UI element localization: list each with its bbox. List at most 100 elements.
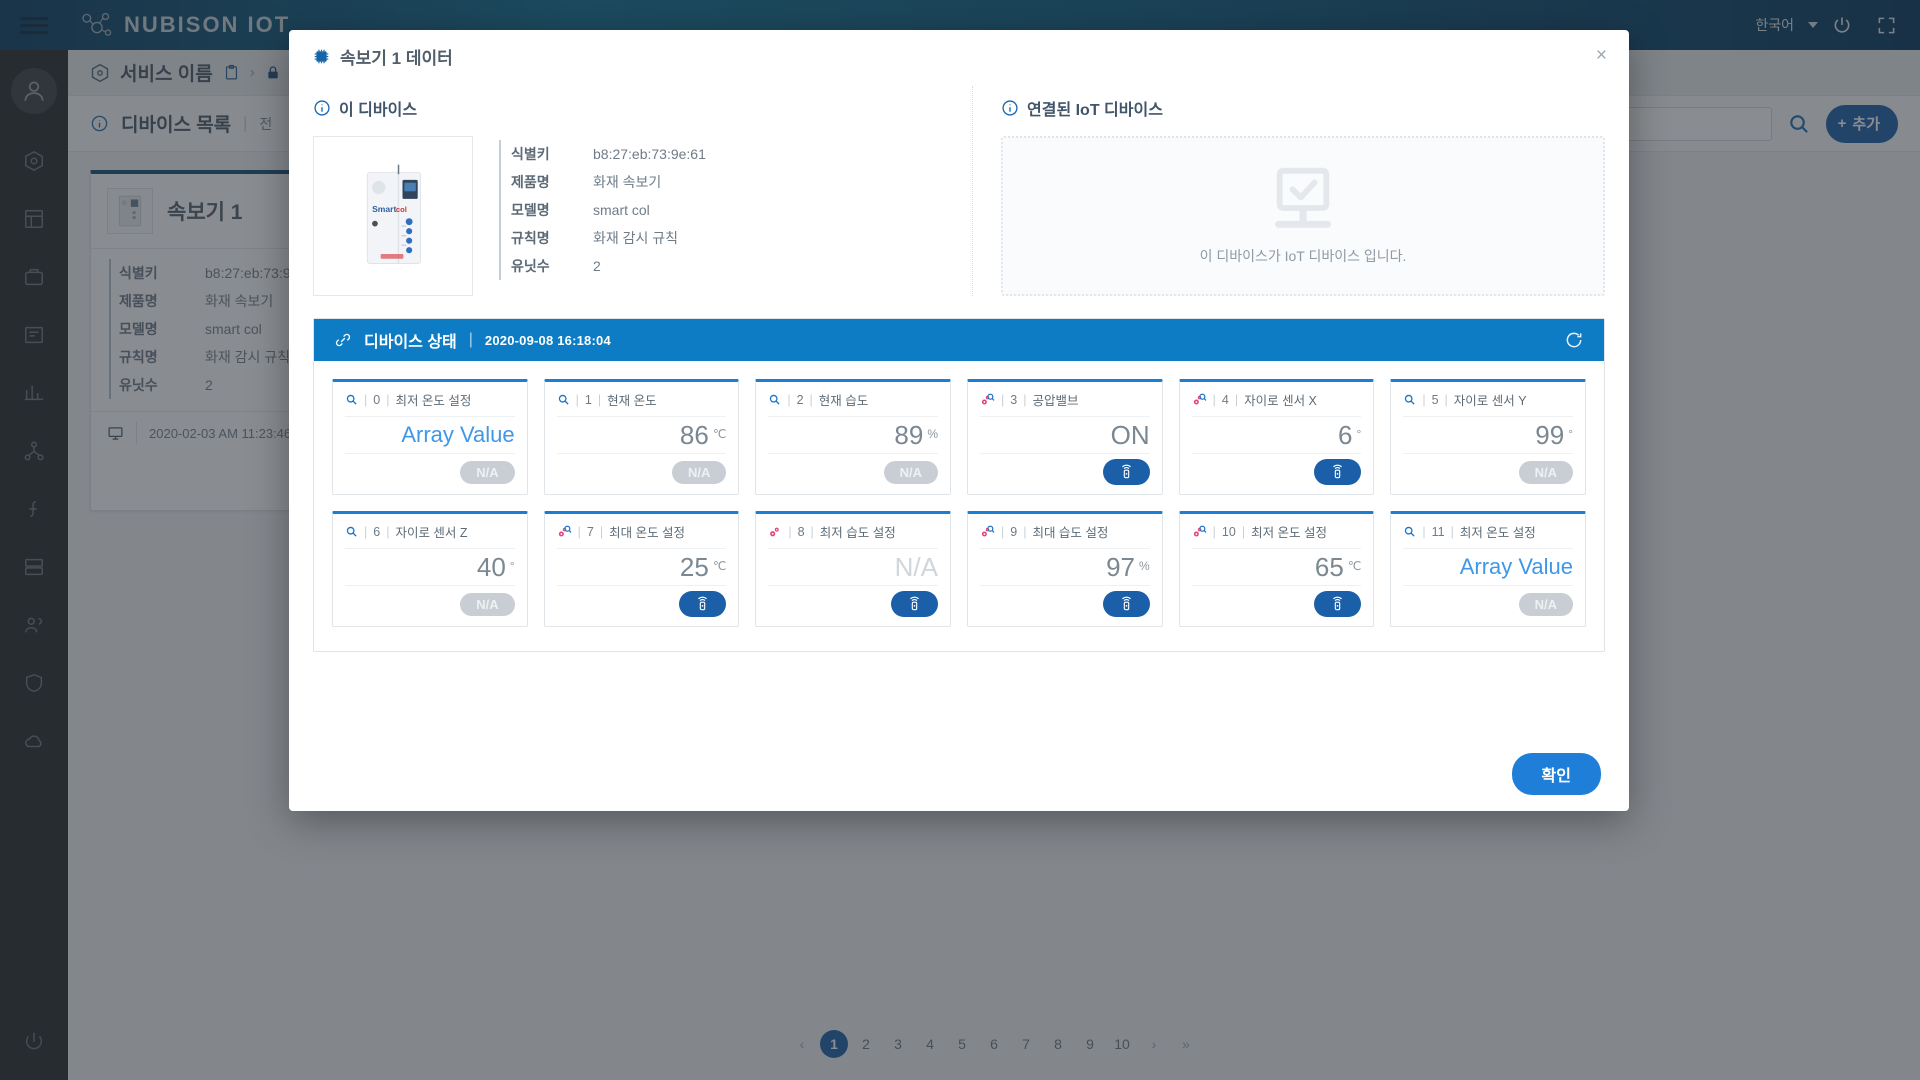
section-title: 이 디바이스 <box>339 102 418 119</box>
sensor-value-area: Array Value <box>1403 549 1573 586</box>
sensor-card[interactable]: | 5 | 자이로 센서 Y 99 ° N/A <box>1390 379 1586 495</box>
remote-control-icon <box>1119 463 1134 481</box>
spec-row: 모델명 smart col <box>499 196 706 224</box>
sensor-index: 9 <box>1010 524 1018 539</box>
sensor-index: 7 <box>586 524 594 539</box>
spec-value: smart col <box>593 202 650 218</box>
gear-search-icon <box>1192 524 1207 539</box>
sensor-card[interactable]: | 9 | 최대 습도 설정 97% <box>967 511 1163 627</box>
spec-key: 유닛수 <box>499 252 593 280</box>
search-icon <box>345 393 358 406</box>
sensor-control-button[interactable] <box>1102 459 1150 485</box>
sensor-card[interactable]: | 0 | 최저 온도 설정 Array Value N/A <box>332 379 528 495</box>
sensor-card-footer: N/A <box>345 454 515 484</box>
connected-iot-title-group: 연결된 IoT 디바이스 <box>1001 86 1605 136</box>
sensor-value-area: 6 ° <box>1191 417 1362 454</box>
sensor-card-footer <box>1192 586 1362 617</box>
sensor-card-header: | 6 | 자이로 센서 Z <box>345 522 515 549</box>
sensor-label: 최저 온도 설정 <box>1251 526 1328 540</box>
divider: | <box>1234 392 1239 407</box>
sensor-label: 공압밸브 <box>1032 394 1079 408</box>
search-icon <box>345 525 358 538</box>
sensor-index: 8 <box>797 524 805 539</box>
svg-text:Smart: Smart <box>372 204 396 214</box>
sensor-na-badge: N/A <box>460 592 515 616</box>
sensor-card-footer <box>557 586 727 617</box>
divider: | <box>575 392 579 407</box>
connected-iot-empty-text: 이 디바이스가 IoT 디바이스 입니다. <box>1199 248 1407 264</box>
search-icon <box>768 393 781 406</box>
sensor-index: 2 <box>796 392 804 407</box>
sensor-card[interactable]: | 6 | 자이로 센서 Z 40 ° N/A <box>332 511 528 627</box>
divider: | <box>468 331 473 348</box>
divider: | <box>1023 392 1027 407</box>
sensor-card-header: | 0 | 최저 온도 설정 <box>345 390 515 417</box>
sensor-value-area: 40 ° <box>345 549 515 586</box>
svg-text:col: col <box>396 205 407 214</box>
sensor-value: 65 <box>1314 551 1344 582</box>
sensor-label: 최대 습도 설정 <box>1032 526 1109 540</box>
device-info-columns: 이 디바이스 Smart col 식별키 b8:27:eb:73:9e:61 제… <box>313 86 1605 296</box>
sensor-control-button[interactable] <box>891 591 938 617</box>
spec-row: 규칙명 화재 감시 규칙 <box>499 224 706 252</box>
divider: | <box>1444 392 1448 407</box>
sensor-card[interactable]: | 8 | 최저 습도 설정 N/A <box>755 511 951 627</box>
sensor-card-footer: N/A <box>768 454 938 484</box>
divider: | <box>577 524 581 539</box>
sensor-control-button[interactable] <box>1102 591 1150 617</box>
spec-row: 식별키 b8:27:eb:73:9e:61 <box>499 140 706 168</box>
sensor-unit: ° <box>509 558 515 573</box>
divider: | <box>1001 524 1005 539</box>
sensor-control-button[interactable] <box>1314 591 1362 617</box>
divider: | <box>599 524 604 539</box>
sensor-card-grid: | 0 | 최저 온도 설정 Array Value N/A | 1 | 현재 온도 86 ℃ N/A |… <box>314 361 1604 651</box>
sensor-value-area: N/A <box>768 549 938 586</box>
sensor-unit: ° <box>1568 426 1573 441</box>
sensor-card[interactable]: | 11 | 최저 온도 설정 Array Value N/A <box>1390 511 1586 627</box>
device-spec-list: 식별키 b8:27:eb:73:9e:61 제품명 화재 속보기 모델명 sma… <box>499 136 706 296</box>
sensor-card-header: | 5 | 자이로 센서 Y <box>1403 390 1573 417</box>
spec-row: 제품명 화재 속보기 <box>499 168 706 196</box>
sensor-index: 4 <box>1221 392 1229 407</box>
sensor-control-button[interactable] <box>1314 459 1362 485</box>
gear-search-icon <box>1192 392 1207 407</box>
sensor-na-badge: N/A <box>1518 592 1573 616</box>
remote-control-icon <box>1119 595 1134 613</box>
sensor-card-header: | 4 | 자이로 센서 X <box>1191 390 1362 417</box>
sensor-value: 86 <box>679 419 709 450</box>
divider: | <box>364 524 368 539</box>
sensor-index: 5 <box>1431 392 1439 407</box>
divider: | <box>1023 524 1027 539</box>
divider: | <box>597 392 602 407</box>
sensor-card[interactable]: | 10 | 최저 온도 설정 65 ℃ <box>1178 511 1375 627</box>
sensor-value: Array Value <box>401 422 515 447</box>
sensor-card[interactable]: | 2 | 현재 습도 89% N/A <box>755 379 951 495</box>
divider: | <box>1422 524 1426 539</box>
info-icon <box>313 99 331 117</box>
sensor-value-area: 97% <box>980 549 1150 586</box>
sensor-card[interactable]: | 1 | 현재 온도 86 ℃ N/A <box>543 379 740 495</box>
sensor-control-button[interactable] <box>679 591 727 617</box>
divider: | <box>1422 392 1426 407</box>
modal-header: 속보기 1 데이터 × <box>289 30 1629 82</box>
sensor-card[interactable]: | 4 | 자이로 센서 X 6 ° <box>1178 379 1375 495</box>
sensor-label: 최대 온도 설정 <box>609 526 686 540</box>
sensor-label: 최저 온도 설정 <box>1459 526 1536 540</box>
sensor-card[interactable]: | 3 | 공압밸브 ON <box>967 379 1163 495</box>
device-status-timestamp: 2020-09-08 16:18:04 <box>484 332 611 348</box>
gear-icon <box>768 525 782 539</box>
divider: | <box>1212 524 1216 539</box>
divider: | <box>1241 524 1246 539</box>
refresh-icon[interactable] <box>1564 330 1584 350</box>
divider: | <box>1212 392 1216 407</box>
spec-row: 유닛수 2 <box>499 252 706 280</box>
confirm-button[interactable]: 확인 <box>1511 753 1601 795</box>
sensor-value: 25 <box>679 551 709 582</box>
sensor-card-header: | 11 | 최저 온도 설정 <box>1403 522 1573 549</box>
sensor-card[interactable]: | 7 | 최대 온도 설정 25 ℃ <box>543 511 740 627</box>
divider: | <box>386 524 390 539</box>
sensor-unit: ℃ <box>712 426 727 441</box>
close-icon[interactable]: × <box>1596 46 1607 65</box>
modal-body: 이 디바이스 Smart col 식별키 b8:27:eb:73:9e:61 제… <box>289 82 1629 737</box>
gear-search-icon <box>980 392 995 407</box>
